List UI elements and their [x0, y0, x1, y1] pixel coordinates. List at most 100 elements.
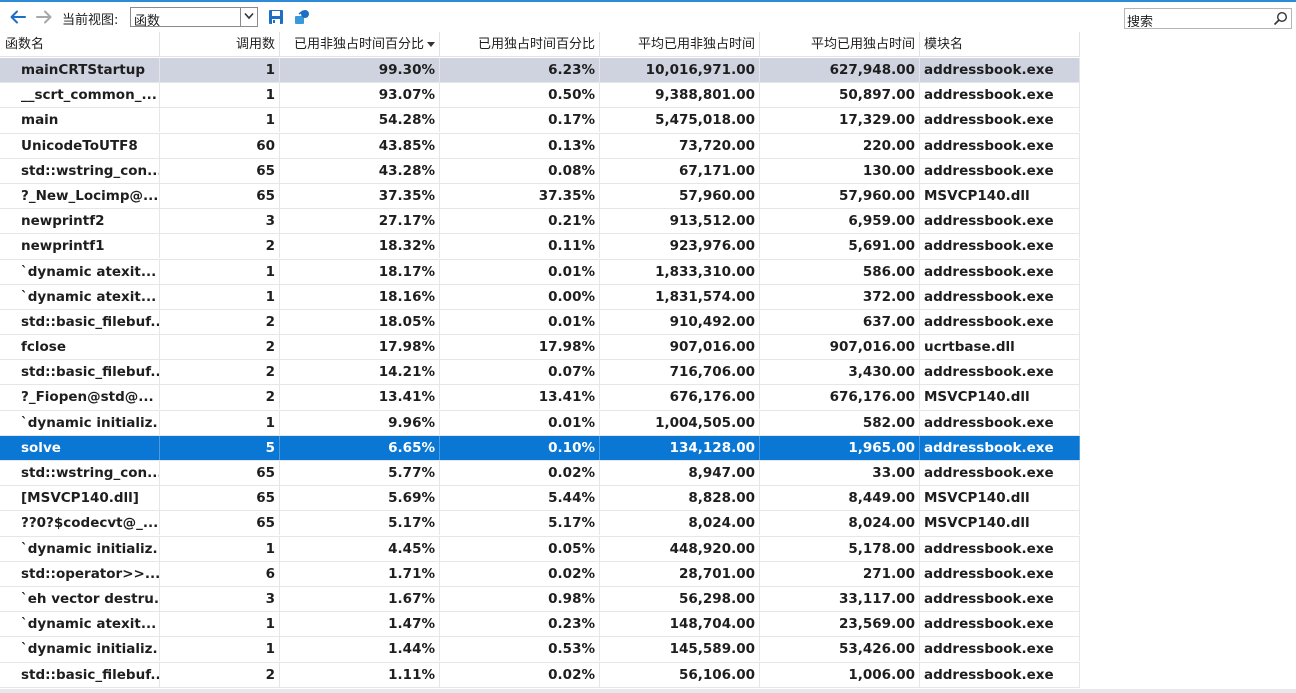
- cell-exclusive-time-percent: 0.53%: [440, 637, 600, 662]
- column-header-function-name[interactable]: 函数名: [0, 32, 160, 57]
- table-row[interactable]: std::basic_filebuf... 2 1.11% 0.02% 56,106.0…: [0, 662, 1080, 688]
- cell-exclusive-time-percent: 0.11%: [440, 234, 600, 259]
- cell-function-name: solve: [0, 435, 160, 460]
- cell-avg-inclusive-time: 9,388,801.00: [600, 83, 760, 108]
- cell-exclusive-time-percent: 0.13%: [440, 133, 600, 158]
- cell-function-name: `dynamic atexit...: [0, 259, 160, 284]
- table-row[interactable]: [MSVCP140.dll] 65 5.69% 5.44% 8,828.00 8,449.…: [0, 486, 1080, 512]
- cell-call-count: 3: [160, 209, 280, 234]
- table-row[interactable]: mainCRTStartup 1 99.30% 6.23% 10,016,971.00 6…: [0, 58, 1080, 84]
- cell-inclusive-time-percent: 18.17%: [280, 259, 440, 284]
- cell-inclusive-time-percent: 5.77%: [280, 461, 440, 485]
- cell-exclusive-time-percent: 5.17%: [440, 511, 600, 536]
- cell-function-name: ??0?$codecvt@_...: [0, 511, 160, 536]
- cell-call-count: 1: [160, 58, 280, 82]
- column-header-avg-inclusive-time[interactable]: 平均已用非独占时间: [600, 32, 760, 57]
- table-row[interactable]: fclose 2 17.98% 17.98% 907,016.00 907,016.00 u…: [0, 335, 1080, 361]
- cell-function-name: `eh vector destru...: [0, 586, 160, 611]
- cell-call-count: 1: [160, 637, 280, 662]
- cell-function-name: ?_New_Locimp@...: [0, 183, 160, 208]
- table-row[interactable]: `dynamic initializ... 1 9.96% 0.01% 1,004,50…: [0, 410, 1080, 436]
- chevron-down-icon[interactable]: [240, 8, 257, 26]
- cell-module-name: addressbook.exe: [920, 461, 1080, 485]
- table-body: mainCRTStartup 1 99.30% 6.23% 10,016,971.00 6…: [0, 58, 1080, 688]
- column-header-label: 平均已用非独占时间: [637, 37, 755, 52]
- cell-call-count: 6: [160, 561, 280, 586]
- column-header-exclusive-time-percent[interactable]: 已用独占时间百分比: [440, 32, 600, 57]
- cell-call-count: 1: [160, 284, 280, 309]
- table-row[interactable]: std::operator>>... 6 1.71% 0.02% 28,701.00 27…: [0, 561, 1080, 587]
- table-row[interactable]: ?_Fiopen@std@... 2 13.41% 13.41% 676,176.00 6…: [0, 385, 1080, 411]
- cell-exclusive-time-percent: 13.41%: [440, 385, 600, 410]
- cell-module-name: addressbook.exe: [920, 435, 1080, 460]
- table-row[interactable]: newprintf1 2 18.32% 0.11% 923,976.00 5,691.00…: [0, 234, 1080, 260]
- table-row[interactable]: UnicodeToUTF8 60 43.85% 0.13% 73,720.00 220.0…: [0, 133, 1080, 159]
- column-header-module-name[interactable]: 模块名: [920, 32, 1080, 57]
- cell-avg-exclusive-time: 23,569.00: [760, 612, 920, 637]
- cell-exclusive-time-percent: 0.23%: [440, 612, 600, 637]
- cell-function-name: mainCRTStartup: [0, 58, 160, 82]
- cell-inclusive-time-percent: 1.71%: [280, 561, 440, 586]
- cell-module-name: addressbook.exe: [920, 637, 1080, 662]
- cell-module-name: addressbook.exe: [920, 662, 1080, 687]
- cell-module-name: MSVCP140.dll: [920, 385, 1080, 410]
- table-row[interactable]: `dynamic atexit... 1 1.47% 0.23% 148,704.00 2…: [0, 612, 1080, 638]
- column-header-avg-exclusive-time[interactable]: 平均已用独占时间: [760, 32, 920, 57]
- cell-exclusive-time-percent: 0.10%: [440, 435, 600, 460]
- cell-inclusive-time-percent: 14.21%: [280, 360, 440, 385]
- cell-function-name: `dynamic initializ...: [0, 536, 160, 561]
- cell-avg-inclusive-time: 676,176.00: [600, 385, 760, 410]
- table-row[interactable]: newprintf2 3 27.17% 0.21% 913,512.00 6,959.00…: [0, 209, 1080, 235]
- cell-call-count: 65: [160, 461, 280, 485]
- column-header-call-count[interactable]: 调用数: [160, 32, 280, 57]
- column-header-inclusive-time-percent[interactable]: 已用非独占时间百分比: [280, 32, 440, 57]
- cell-avg-exclusive-time: 372.00: [760, 284, 920, 309]
- cell-call-count: 3: [160, 586, 280, 611]
- export-icon[interactable]: [293, 8, 311, 26]
- view-select[interactable]: 函数: [130, 7, 258, 29]
- cell-avg-inclusive-time: 56,298.00: [600, 586, 760, 611]
- table-row[interactable]: main 1 54.28% 0.17% 5,475,018.00 17,329.00 add…: [0, 108, 1080, 134]
- forward-arrow-icon[interactable]: [35, 8, 53, 26]
- cell-call-count: 2: [160, 335, 280, 360]
- table-row[interactable]: std::wstring_con... 65 43.28% 0.08% 67,171.0…: [0, 158, 1080, 184]
- cell-avg-exclusive-time: 582.00: [760, 410, 920, 435]
- cell-exclusive-time-percent: 37.35%: [440, 183, 600, 208]
- back-arrow-icon[interactable]: [9, 8, 27, 26]
- table-row[interactable]: std::wstring_con... 65 5.77% 0.02% 8,947.00 3…: [0, 461, 1080, 487]
- cell-avg-exclusive-time: 907,016.00: [760, 335, 920, 360]
- table-row[interactable]: `eh vector destru... 3 1.67% 0.98% 56,298.00…: [0, 586, 1080, 613]
- table-row[interactable]: __scrt_common_... 1 93.07% 0.50% 9,388,801.0…: [0, 83, 1080, 109]
- cell-avg-inclusive-time: 56,106.00: [600, 662, 760, 687]
- table-row[interactable]: `dynamic initializ... 1 1.44% 0.53% 145,589.…: [0, 637, 1080, 663]
- cell-avg-exclusive-time: 271.00: [760, 561, 920, 586]
- cell-exclusive-time-percent: 0.01%: [440, 410, 600, 435]
- cell-inclusive-time-percent: 1.47%: [280, 612, 440, 637]
- cell-avg-exclusive-time: 33,117.00: [760, 586, 920, 611]
- table-row[interactable]: std::basic_filebuf... 2 18.05% 0.01% 910,492…: [0, 309, 1080, 336]
- cell-inclusive-time-percent: 17.98%: [280, 335, 440, 360]
- table-row[interactable]: ??0?$codecvt@_... 65 5.17% 5.17% 8,024.00 8,0…: [0, 511, 1080, 537]
- cell-inclusive-time-percent: 4.45%: [280, 536, 440, 561]
- cell-exclusive-time-percent: 0.07%: [440, 360, 600, 385]
- save-icon[interactable]: [267, 8, 285, 26]
- cell-module-name: addressbook.exe: [920, 234, 1080, 259]
- cell-avg-exclusive-time: 6,959.00: [760, 209, 920, 234]
- table-row[interactable]: std::basic_filebuf... 2 14.21% 0.07% 716,706…: [0, 360, 1080, 386]
- cell-function-name: std::basic_filebuf...: [0, 309, 160, 334]
- column-header-label: 调用数: [235, 37, 275, 52]
- table-row[interactable]: ?_New_Locimp@... 65 37.35% 37.35% 57,960.00 5…: [0, 183, 1080, 210]
- cell-function-name: UnicodeToUTF8: [0, 133, 160, 158]
- search-icon[interactable]: [1273, 11, 1288, 30]
- table-row[interactable]: `dynamic initializ... 1 4.45% 0.05% 448,920.…: [0, 536, 1080, 562]
- table-row[interactable]: `dynamic atexit... 1 18.16% 0.00% 1,831,574.…: [0, 284, 1080, 310]
- cell-module-name: addressbook.exe: [920, 536, 1080, 561]
- cell-inclusive-time-percent: 18.16%: [280, 284, 440, 309]
- search-input[interactable]: 搜索: [1124, 8, 1292, 30]
- cell-avg-exclusive-time: 8,024.00: [760, 511, 920, 536]
- table-row[interactable]: solve 5 6.65% 0.10% 134,128.00 1,965.00 addres…: [0, 435, 1080, 461]
- table-row[interactable]: `dynamic atexit... 1 18.17% 0.01% 1,833,310.…: [0, 259, 1080, 285]
- cell-module-name: addressbook.exe: [920, 360, 1080, 385]
- search-placeholder: 搜索: [1127, 15, 1154, 30]
- cell-avg-exclusive-time: 17,329.00: [760, 108, 920, 133]
